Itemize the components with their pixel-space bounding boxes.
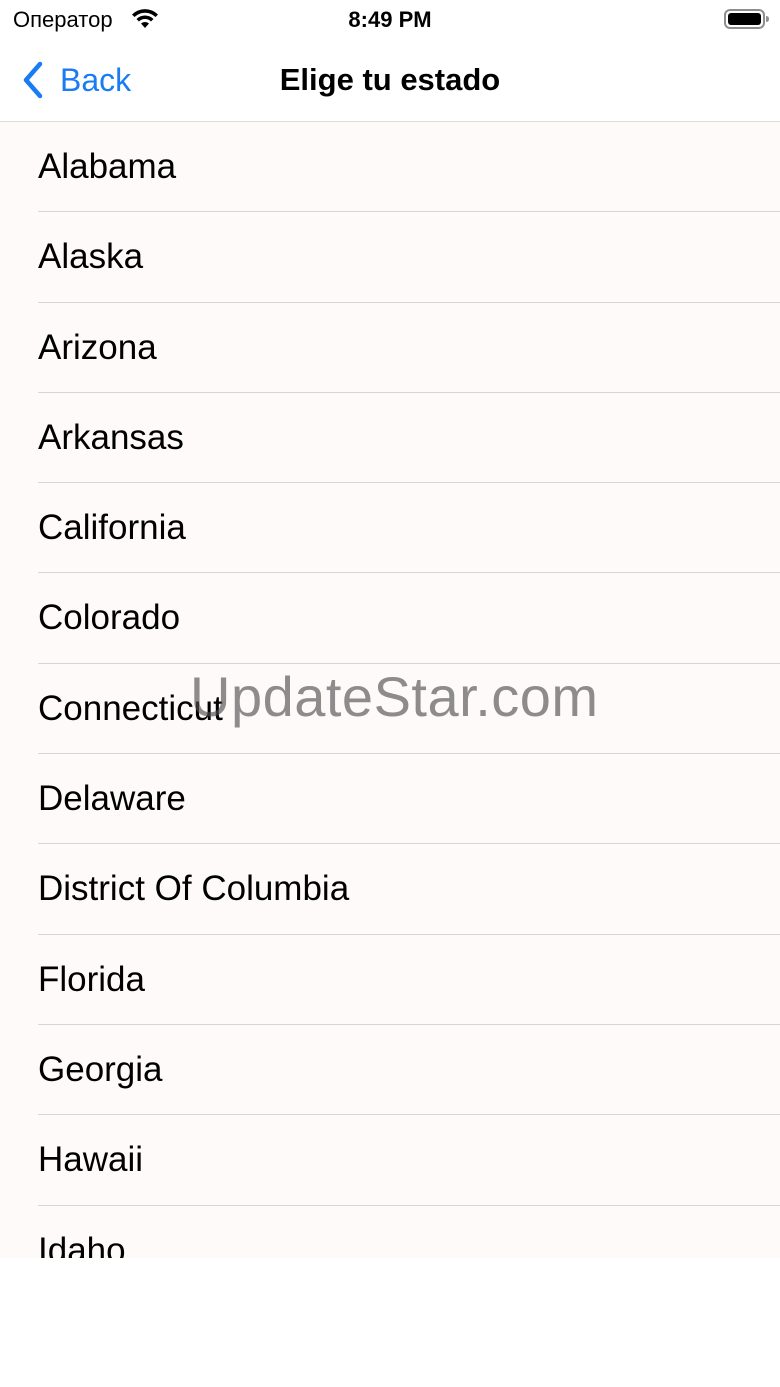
state-label: Alaska xyxy=(38,237,144,277)
list-item[interactable]: Hawaii xyxy=(0,1115,780,1206)
state-list[interactable]: Alabama Alaska Arizona Arkansas California Co… xyxy=(0,122,780,1258)
page-title: Elige tu estado xyxy=(279,62,501,97)
list-item[interactable]: Alabama xyxy=(0,122,780,213)
state-label: Hawaii xyxy=(38,1140,144,1180)
list-item[interactable]: Colorado xyxy=(0,573,780,664)
list-item[interactable]: Delaware xyxy=(0,754,780,845)
state-label: Georgia xyxy=(38,1049,163,1089)
list-item[interactable]: Arizona xyxy=(0,303,780,393)
list-item[interactable]: Alaska xyxy=(0,212,780,303)
state-label: Alabama xyxy=(38,147,177,186)
battery-full-icon xyxy=(724,9,769,29)
list-item[interactable]: Connecticut xyxy=(0,664,780,755)
state-label: Arkansas xyxy=(38,417,184,457)
navigation-bar: Back Elige tu estado xyxy=(0,40,780,122)
bottom-safe-area xyxy=(0,1258,780,1387)
screen: Оператор 8:49 PM Back Elige tu estado Al… xyxy=(0,0,780,1387)
state-label: Connecticut xyxy=(38,688,223,728)
list-item[interactable]: Idaho xyxy=(0,1206,780,1258)
state-label: California xyxy=(38,508,186,548)
state-label: Arizona xyxy=(38,327,157,367)
list-item[interactable]: Arkansas xyxy=(0,393,780,484)
state-label: Delaware xyxy=(38,779,186,819)
state-label: Idaho xyxy=(38,1230,126,1258)
list-item[interactable]: District Of Columbia xyxy=(0,844,780,935)
list-item[interactable]: Georgia xyxy=(0,1025,780,1116)
status-bar: Оператор 8:49 PM xyxy=(0,0,780,40)
state-label: District Of Columbia xyxy=(38,869,350,909)
status-time: 8:49 PM xyxy=(348,7,432,32)
state-label: Colorado xyxy=(38,598,181,638)
list-item[interactable]: Florida xyxy=(0,935,780,1025)
list-item[interactable]: California xyxy=(0,483,780,574)
state-label: Florida xyxy=(38,959,145,999)
